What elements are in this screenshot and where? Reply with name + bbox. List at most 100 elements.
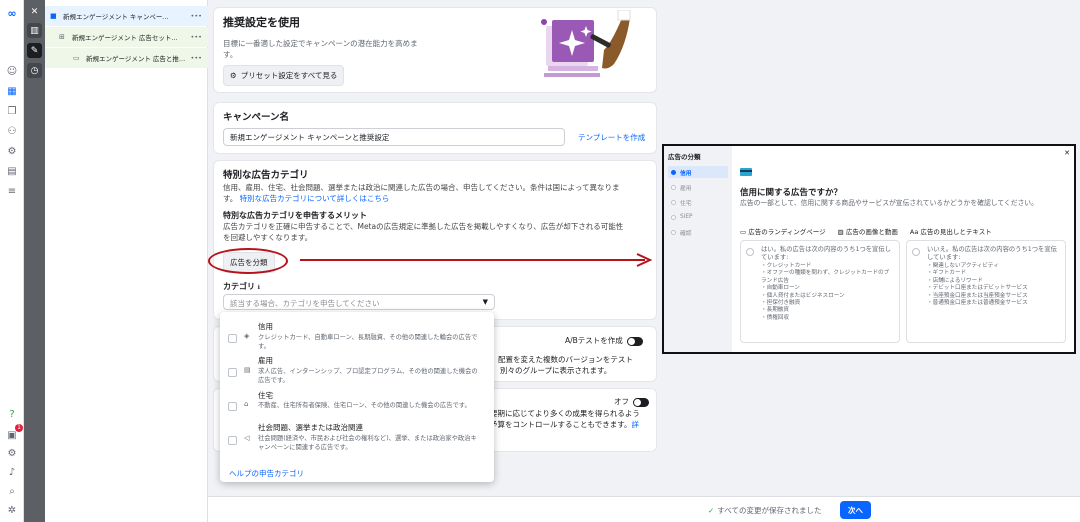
- list-item: 個人貸付またはビジネスローン: [761, 293, 893, 300]
- headline-text-item: Aa 広告の見出しとテキスト: [909, 228, 992, 236]
- overlay-step-employment[interactable]: 雇用: [668, 181, 728, 193]
- credit-card-icon: [740, 168, 752, 176]
- step-label: SIEP: [680, 214, 693, 220]
- step-label: 信用: [680, 170, 692, 177]
- category-select[interactable]: 該当する場合、カテゴリを申告してください ▼: [223, 294, 495, 310]
- editor-tool-strip: ✕ ▥ ✎ ◷: [24, 0, 45, 522]
- campaign-name-input[interactable]: 新規エンゲージメント キャンペーンと推奨設定: [223, 128, 565, 146]
- overlay-step-credit[interactable]: 信用: [668, 166, 728, 178]
- notification-badge: 1: [15, 424, 23, 432]
- budget-learn-more-link[interactable]: 詳: [631, 420, 639, 429]
- pages-icon[interactable]: ❐: [4, 104, 20, 118]
- grid-icon: ⊞: [59, 33, 65, 41]
- landing-page-icon: ▭: [740, 228, 747, 236]
- annotation-circle: [208, 248, 288, 274]
- search-icon[interactable]: ⌕: [4, 484, 20, 498]
- overlay-sidebar-title: 広告の分類: [668, 153, 701, 161]
- help-icon[interactable]: ?: [4, 407, 20, 421]
- overlay-step-siep[interactable]: SIEP: [668, 211, 728, 223]
- info-icon[interactable]: ℹ: [258, 284, 260, 291]
- tree-item-ad[interactable]: ▭ 新規エンゲージメント 広告と推... •••: [45, 48, 208, 68]
- clock-icon[interactable]: ◷: [27, 63, 42, 78]
- chart-icon[interactable]: ▥: [27, 23, 42, 38]
- ab-test-toggle-row[interactable]: A/Bテストを作成: [565, 335, 643, 346]
- option-desc: クレジットカード、自動車ローン、長期融資、その他の関連した輪会の広告です。: [258, 334, 478, 350]
- budget-desc: 要期に応じてより多くの成果を得られるよう 予算をコントロールすることもできます。…: [490, 409, 640, 429]
- list-item: 当座預金口座または当座預金サービス: [927, 293, 1059, 300]
- campaigns-grid-icon[interactable]: ▦: [4, 84, 20, 98]
- settings-icon[interactable]: ⚙: [4, 446, 20, 460]
- list-item: 債権回収: [761, 315, 893, 322]
- bottom-bar: ✓ すべての変更が保存されました 次へ: [208, 496, 1080, 522]
- answer-no-card[interactable]: いいえ。私の広告は次の内容のうち1つを宣伝しています: 関連しないアクティビティ…: [906, 240, 1066, 343]
- answer-yes-card[interactable]: はい。私の広告は次の内容のうち1つを宣伝しています: クレジットカード オファー…: [740, 240, 900, 343]
- ad-classification-overlay: 広告の分類 信用 雇用 住宅 SIEP 確認 ✕ 信用に関する広告ですか？ 広告…: [662, 144, 1076, 354]
- view-all-presets-button[interactable]: ⚙ プリセット設定をすべて見る: [223, 65, 345, 86]
- gear-icon: ⚙: [230, 71, 237, 80]
- bell-icon[interactable]: ♪: [4, 465, 20, 479]
- more-options-icon[interactable]: •••: [190, 54, 202, 62]
- image-video-item: ▨ 広告の画像と動画: [837, 228, 898, 236]
- overlay-step-housing[interactable]: 住宅: [668, 196, 728, 208]
- benefit-title: 特別な広告カテゴリを申告するメリット: [223, 211, 367, 220]
- ab-test-desc: 配置を変えた複数のバージョンをテスト 別々のグループに表示されます。: [498, 355, 633, 375]
- category-dropdown: ◈ 信用 クレジットカード、自動車ローン、長期融資、その他の関連した輪会の広告で…: [220, 312, 494, 482]
- ab-test-toggle[interactable]: [626, 336, 643, 346]
- ab-test-label: A/Bテストを作成: [565, 336, 623, 345]
- overlay-desc: 広告の一部として、信用に関する商品やサービスが宣伝されているかどうかを確認してく…: [740, 199, 1038, 207]
- sparkle-illustration-icon: [541, 10, 631, 77]
- option-checkbox[interactable]: [228, 368, 237, 377]
- tree-item-label: 新規エンゲージメント 広告セット...: [72, 34, 178, 42]
- step-dot: [671, 199, 676, 205]
- view-all-presets-label: プリセット設定をすべて見る: [240, 71, 338, 80]
- list-item: 自動車ローン: [761, 285, 893, 292]
- overlay-step-confirm[interactable]: 確認: [668, 226, 728, 238]
- option-title: 社会問題、選挙または政治関連: [258, 423, 363, 432]
- edit-pencil-icon[interactable]: ✎: [27, 43, 42, 58]
- budget-toggle[interactable]: [633, 397, 649, 407]
- audience-icon[interactable]: ⚇: [4, 124, 20, 138]
- create-template-link[interactable]: テンプレートを作成: [578, 132, 645, 143]
- budget-toggle-row[interactable]: オフ: [614, 396, 649, 407]
- house-icon: ⌂: [244, 400, 249, 408]
- next-button[interactable]: 次へ: [840, 501, 871, 519]
- radio-no[interactable]: [912, 248, 920, 256]
- menu-icon[interactable]: ≡: [4, 184, 20, 198]
- notifications-icon[interactable]: ▣ 1: [4, 424, 23, 442]
- step-dot: [671, 184, 676, 190]
- saved-status: ✓ すべての変更が保存されました: [708, 506, 822, 515]
- step-dot: [671, 214, 676, 220]
- answer-no-list: 関連しないアクティビティ ギフトカード 店舗によるリワード デビット口座またはデ…: [927, 263, 1059, 307]
- meta-logo-icon[interactable]: ∞: [4, 6, 20, 20]
- special-category-desc: 信用、雇用、住宅、社会問題、選挙または政治に関連した広告の場合、申告してください…: [223, 183, 620, 203]
- catalog-icon[interactable]: ▤: [4, 164, 20, 178]
- option-checkbox[interactable]: [228, 402, 237, 411]
- learn-more-link[interactable]: 特別な広告カテゴリについて詳しくはこちら: [240, 194, 390, 203]
- option-checkbox[interactable]: [228, 436, 237, 445]
- budget-off-label: オフ: [614, 397, 629, 406]
- close-icon[interactable]: ✕: [27, 4, 42, 19]
- option-desc: 不動産、住宅所有者保険、住宅ローン、その他の関連した機会の広告です。: [258, 402, 471, 409]
- overlay-sidebar: 広告の分類 信用 雇用 住宅 SIEP 確認: [664, 146, 732, 352]
- radio-yes[interactable]: [746, 248, 754, 256]
- settings-gear-group-icon[interactable]: ⚙: [4, 144, 20, 158]
- more-options-icon[interactable]: •••: [190, 33, 202, 41]
- folder-icon: ■: [50, 12, 57, 20]
- list-item: ギフトカード: [927, 270, 1059, 277]
- bug-icon[interactable]: ✲: [4, 503, 20, 517]
- smiley-icon[interactable]: ☺: [4, 64, 20, 78]
- left-nav-rail: ∞ ☺ ▦ ❐ ⚇ ⚙ ▤ ≡ ? ▣ 1 ⚙ ♪ ⌕ ✲: [0, 0, 24, 522]
- tree-item-adset[interactable]: ⊞ 新規エンゲージメント 広告セット... •••: [45, 27, 208, 47]
- recommended-desc: 目標に一番適した設定でキャンペーンの潜在能力を高めま す。: [223, 39, 418, 59]
- tree-item-label: 新規エンゲージメント 広告と推...: [86, 55, 186, 63]
- help-category-link[interactable]: ヘルプの申告カテゴリ: [229, 468, 304, 479]
- answer-yes-title: はい。私の広告は次の内容のうち1つを宣伝しています:: [761, 246, 891, 261]
- more-options-icon[interactable]: •••: [190, 12, 202, 20]
- campaign-name-card: キャンペーン名 新規エンゲージメント キャンペーンと推奨設定 テンプレートを作成: [213, 102, 657, 154]
- tree-item-campaign[interactable]: ■ 新規エンゲージメント キャンペーンと... •••: [45, 6, 208, 26]
- step-label: 確認: [680, 230, 692, 237]
- image-icon: ▨: [837, 228, 844, 236]
- overlay-check-items: ▭ 広告のランディングページ ▨ 広告の画像と動画 Aa 広告の見出しとテキスト: [740, 226, 992, 236]
- option-desc: 求人広告、インターンシップ、プロ認定プログラム、その他の関連した機会の広告です。: [258, 368, 478, 384]
- option-checkbox[interactable]: [228, 334, 237, 343]
